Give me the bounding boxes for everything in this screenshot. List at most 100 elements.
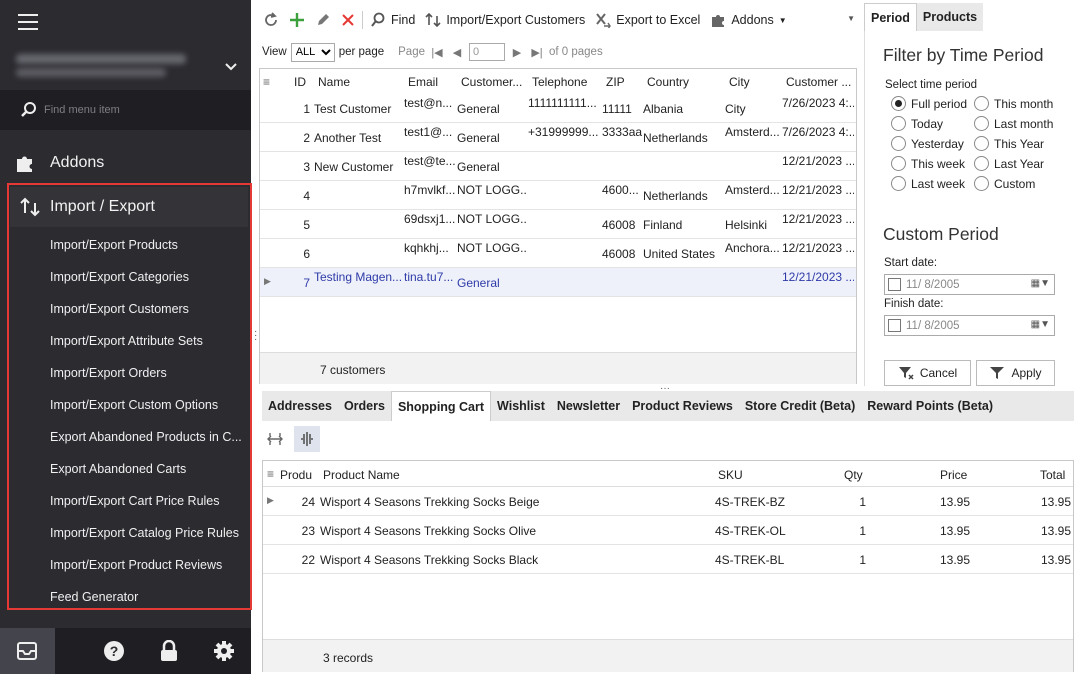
column-header[interactable]: Price: [940, 468, 967, 482]
lock-icon[interactable]: [141, 628, 196, 674]
add-button[interactable]: [284, 7, 310, 33]
sidebar-subitem[interactable]: Import/Export Custom Options: [10, 389, 248, 421]
gear-icon[interactable]: [196, 628, 251, 674]
finish-date-checkbox[interactable]: [888, 319, 901, 332]
column-chooser-icon[interactable]: ≡: [267, 467, 274, 481]
table-row[interactable]: 6 kqhkhj... NOT LOGG... 46008 United Sta…: [260, 239, 856, 268]
column-header[interactable]: Telephone: [532, 75, 587, 89]
tab-reward-points[interactable]: Reward Points (Beta): [861, 391, 999, 421]
table-row[interactable]: 5 69dsxj1... NOT LOGG... 46008 Finland H…: [260, 210, 856, 239]
column-header[interactable]: Produ: [280, 468, 312, 482]
store-selector[interactable]: [0, 44, 251, 90]
column-header[interactable]: ZIP: [606, 75, 625, 89]
find-button[interactable]: Find: [365, 7, 420, 33]
column-header[interactable]: Customer...: [461, 75, 522, 89]
sidebar-subitem[interactable]: Import/Export Customers: [10, 293, 248, 325]
sidebar-subitem[interactable]: Import/Export Attribute Sets: [10, 325, 248, 357]
edit-button[interactable]: [310, 7, 336, 33]
start-date-checkbox[interactable]: [888, 278, 901, 291]
radio-last-year[interactable]: Last Year: [974, 156, 1044, 171]
toolbar-overflow-icon[interactable]: ▼: [847, 14, 855, 23]
column-header[interactable]: ID: [294, 75, 306, 89]
tab-wishlist[interactable]: Wishlist: [491, 391, 551, 421]
sidebar-subitem[interactable]: Export Abandoned Products in C...: [10, 421, 248, 453]
addons-dropdown[interactable]: Addons ▼: [705, 7, 791, 33]
column-header[interactable]: Total: [1040, 468, 1065, 482]
column-chooser-icon[interactable]: ≡: [263, 75, 270, 89]
radio-this-month[interactable]: This month: [974, 96, 1053, 111]
finish-date-field[interactable]: 11/ 8/2005 ▦▼: [884, 315, 1055, 336]
tab-addresses[interactable]: Addresses: [262, 391, 338, 421]
column-header[interactable]: Qty: [844, 468, 863, 482]
calendar-dropdown-icon[interactable]: ▦▼: [1031, 278, 1050, 289]
column-header[interactable]: Product Name: [323, 468, 400, 482]
radio-today[interactable]: Today: [891, 116, 943, 131]
last-page-icon[interactable]: ▶|: [529, 46, 545, 59]
cell-zip: 4600...: [602, 183, 639, 197]
table-row[interactable]: 2 Another Test test1@... General +319999…: [260, 123, 856, 152]
view-select[interactable]: ALL: [290, 42, 335, 62]
apply-button[interactable]: Apply: [976, 360, 1055, 386]
sidebar-subitem[interactable]: Export Abandoned Carts: [10, 453, 248, 485]
hamburger-menu-icon[interactable]: [18, 14, 38, 30]
store-icon[interactable]: [0, 628, 55, 674]
sidebar-subitem[interactable]: Import/Export Cart Price Rules: [10, 485, 248, 517]
start-date-field[interactable]: 11/ 8/2005 ▦▼: [884, 274, 1055, 295]
radio-this-week[interactable]: This week: [891, 156, 965, 171]
column-header[interactable]: Email: [408, 75, 438, 89]
split-columns-icon[interactable]: [294, 426, 320, 452]
table-row-selected[interactable]: ▶ 7 Testing Magen... tina.tu7... General…: [260, 268, 856, 297]
sidebar-item-addons[interactable]: Addons: [0, 143, 251, 183]
sidebar-subitem[interactable]: Feed Generator: [10, 581, 248, 613]
export-excel-button[interactable]: Export to Excel: [590, 7, 705, 33]
fit-columns-icon[interactable]: [262, 426, 288, 452]
table-row[interactable]: 22 Wisport 4 Seasons Trekking Socks Blac…: [263, 545, 1073, 574]
column-header[interactable]: Customer ...: [786, 75, 851, 89]
table-row[interactable]: 3 New Customer test@te... General 12/21/…: [260, 152, 856, 181]
column-header[interactable]: SKU: [718, 468, 743, 482]
cancel-button[interactable]: Cancel: [884, 360, 971, 386]
radio-custom[interactable]: Custom: [974, 176, 1035, 191]
import-export-customers-button[interactable]: Import/Export Customers: [420, 7, 590, 33]
refresh-button[interactable]: [258, 7, 284, 33]
sidebar-subitem[interactable]: Import/Export Orders: [10, 357, 248, 389]
first-page-icon[interactable]: |◀: [429, 46, 445, 59]
sidebar-subitem[interactable]: Import/Export Product Reviews: [10, 549, 248, 581]
column-header[interactable]: Name: [318, 75, 350, 89]
sidebar-subitem[interactable]: Import/Export Catalog Price Rules: [10, 517, 248, 549]
sidebar-subitem[interactable]: Import/Export Products: [10, 229, 248, 261]
radio-full-period[interactable]: Full period: [891, 96, 967, 111]
help-icon[interactable]: ?: [86, 628, 141, 674]
radio-this-year[interactable]: This Year: [974, 136, 1044, 151]
page-input[interactable]: [468, 43, 505, 61]
table-row[interactable]: 4 h7mvlkf... NOT LOGG... 4600... Netherl…: [260, 181, 856, 210]
tab-period[interactable]: Period: [864, 3, 917, 31]
cell-phone: +31999999...: [528, 125, 599, 139]
table-row[interactable]: 23 Wisport 4 Seasons Trekking Socks Oliv…: [263, 516, 1073, 545]
store-url-blurred: [16, 68, 166, 77]
column-header[interactable]: Country: [647, 75, 689, 89]
tab-orders[interactable]: Orders: [338, 391, 391, 421]
sidebar-item-import-export[interactable]: Import / Export: [10, 187, 248, 227]
radio-last-month[interactable]: Last month: [974, 116, 1053, 131]
menu-search-input[interactable]: [44, 99, 234, 121]
tab-newsletter[interactable]: Newsletter: [551, 391, 626, 421]
pencil-icon: [318, 14, 329, 25]
tab-products[interactable]: Products: [916, 3, 984, 31]
next-page-icon[interactable]: ▶: [509, 46, 525, 59]
table-row[interactable]: 1 Test Customer test@n... General 111111…: [260, 94, 856, 123]
splitter-handle[interactable]: · · ·: [254, 327, 257, 345]
tab-store-credit[interactable]: Store Credit (Beta): [739, 391, 861, 421]
radio-yesterday[interactable]: Yesterday: [891, 136, 964, 151]
cell-price: 13.95: [939, 524, 970, 538]
delete-button[interactable]: [336, 7, 360, 33]
calendar-dropdown-icon[interactable]: ▦▼: [1031, 319, 1050, 330]
radio-last-week[interactable]: Last week: [891, 176, 965, 191]
sidebar-subitem[interactable]: Import/Export Categories: [10, 261, 248, 293]
column-header[interactable]: City: [729, 75, 750, 89]
tab-shopping-cart[interactable]: Shopping Cart: [390, 391, 492, 421]
table-row[interactable]: ▶ 24 Wisport 4 Seasons Trekking Socks Be…: [263, 487, 1073, 516]
chevron-down-icon[interactable]: [224, 59, 238, 75]
prev-page-icon[interactable]: ◀: [449, 46, 465, 59]
tab-product-reviews[interactable]: Product Reviews: [626, 391, 739, 421]
